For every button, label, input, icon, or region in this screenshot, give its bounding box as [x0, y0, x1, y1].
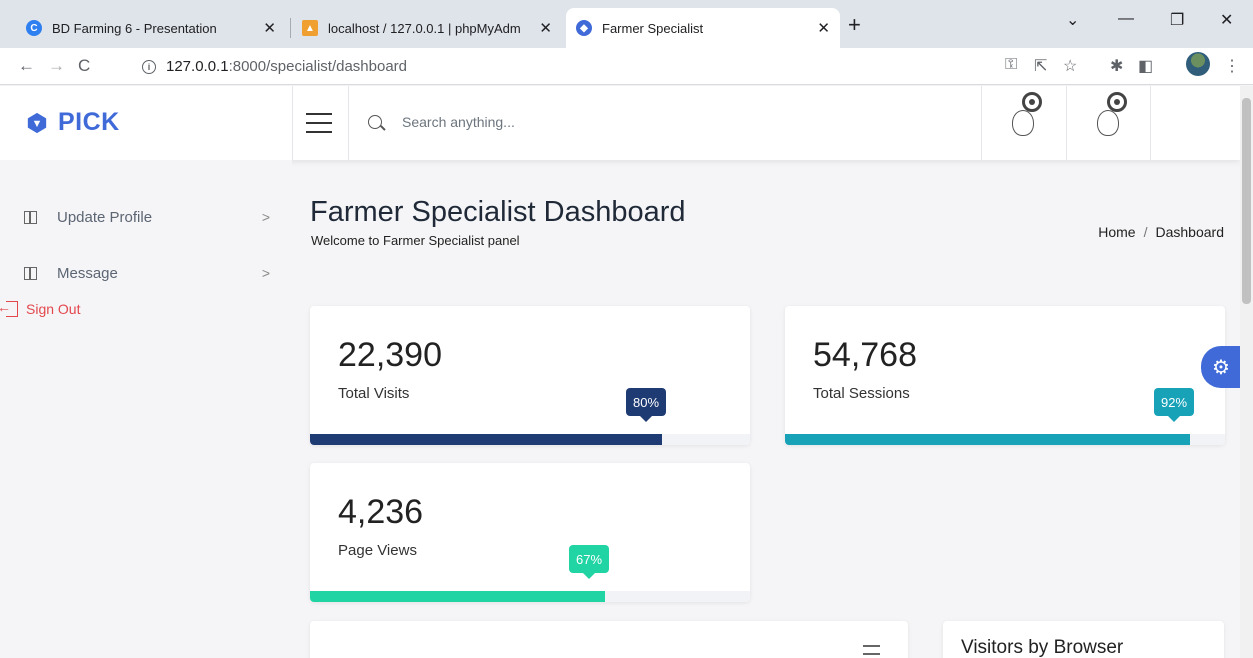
progress-badge: 80% [626, 388, 667, 422]
progress-fill [310, 434, 662, 445]
sidebar-item-label: Update Profile [57, 208, 153, 226]
refresh-notification-button[interactable] [982, 86, 1066, 160]
settings-gear-button[interactable]: ⚙ [1201, 346, 1241, 388]
sidebar-item-update-profile[interactable]: Update Profile > [24, 204, 274, 230]
reload-icon[interactable]: C [78, 56, 90, 76]
pick-logo-icon [27, 112, 47, 133]
sidebar-item-message[interactable]: Message > [24, 260, 274, 286]
book-icon [24, 266, 37, 280]
minimize-icon[interactable]: — [1118, 10, 1134, 28]
progress-fill [310, 591, 605, 602]
panel-menu-icon[interactable] [863, 645, 880, 655]
tab-search-icon[interactable]: ⌄ [1066, 10, 1079, 30]
stat-label: Total Visits [338, 385, 410, 402]
pick-favicon-icon: ◆ [576, 20, 592, 36]
breadcrumb: Home / Dashboard [1098, 224, 1224, 240]
url-field[interactable]: i 127.0.0.1:8000/specialist/dashboard [128, 52, 980, 81]
stat-card-total-visits: 22,390 Total Visits 80% [310, 306, 750, 445]
bell-icon [1097, 110, 1119, 136]
canva-favicon-icon: C [26, 20, 42, 36]
stat-card-total-sessions: 54,768 Total Sessions 92% [785, 306, 1225, 445]
gear-icon: ⚙ [1212, 356, 1230, 379]
url-path: :8000/specialist/dashboard [228, 58, 408, 75]
page-title: Farmer Specialist Dashboard [310, 196, 686, 228]
page-subtitle: Welcome to Farmer Specialist panel [311, 233, 520, 248]
progress-fill [785, 434, 1190, 445]
window-close-icon[interactable]: ✕ [1220, 10, 1233, 30]
app-logo[interactable]: PICK [26, 108, 120, 137]
breadcrumb-home[interactable]: Home [1098, 224, 1135, 240]
book-icon [24, 210, 37, 224]
profile-avatar[interactable] [1186, 52, 1210, 76]
progress-badge: 92% [1154, 388, 1195, 422]
browser-tab-phpmyadmin[interactable]: ▲ localhost / 127.0.0.1 | phpMyAdm ✕ [292, 8, 562, 48]
tab-title: BD Farming 6 - Presentation [52, 20, 217, 36]
browser-tab-bd-farming[interactable]: C BD Farming 6 - Presentation ✕ [16, 8, 286, 48]
key-icon[interactable]: ⚿ [1005, 56, 1017, 74]
new-tab-button[interactable]: + [848, 12, 861, 38]
close-icon[interactable]: ✕ [539, 19, 552, 37]
close-icon[interactable]: ✕ [817, 19, 830, 37]
tab-title: Farmer Specialist [602, 20, 704, 36]
bookmark-star-icon[interactable]: ☆ [1063, 56, 1077, 76]
progress-track [785, 434, 1225, 445]
sign-out-link[interactable]: Sign Out [0, 299, 81, 317]
sidebar: Update Profile > Message > [0, 160, 292, 658]
url-host: 127.0.0.1 [166, 58, 229, 75]
extensions-puzzle-icon[interactable]: ✱ [1110, 56, 1123, 76]
header-divider [292, 86, 293, 160]
search-icon [368, 115, 382, 129]
stat-value: 4,236 [338, 493, 424, 531]
chevron-right-icon: > [261, 209, 270, 225]
breadcrumb-separator: / [1143, 224, 1148, 240]
chart-panel [310, 621, 908, 658]
logo-text: PICK [58, 108, 120, 136]
tab-title: localhost / 127.0.0.1 | phpMyAdm [328, 20, 521, 36]
notifications-button[interactable] [1067, 86, 1151, 160]
scrollbar-thumb[interactable] [1242, 98, 1251, 304]
status-dot [1022, 92, 1042, 112]
breadcrumb-current: Dashboard [1155, 224, 1225, 240]
browser-tab-farmer-specialist[interactable]: ◆ Farmer Specialist ✕ [566, 8, 840, 48]
panel-title: Visitors by Browser [961, 637, 1124, 658]
refresh-icon [1012, 110, 1034, 136]
progress-badge: 67% [569, 545, 610, 579]
close-icon[interactable]: ✕ [263, 19, 276, 37]
browser-tab-bar: C BD Farming 6 - Presentation ✕ ▲ localh… [0, 0, 1253, 48]
header-divider [1150, 86, 1151, 160]
progress-track [310, 434, 750, 445]
sidebar-item-label: Message [57, 264, 118, 282]
visitors-by-browser-panel: Visitors by Browser [943, 621, 1224, 658]
stat-card-page-views: 4,236 Page Views 67% [310, 463, 750, 602]
app-header: PICK [0, 86, 1240, 160]
sign-out-label: Sign Out [26, 301, 81, 317]
sign-out-icon [0, 299, 18, 317]
search-input[interactable] [402, 110, 802, 134]
menu-toggle-icon[interactable] [306, 113, 332, 133]
share-icon[interactable]: ⇱ [1034, 56, 1047, 76]
site-info-icon[interactable]: i [142, 59, 156, 74]
progress-track [310, 591, 750, 602]
back-arrow-icon[interactable]: ← [18, 56, 35, 76]
address-bar: ← → C i 127.0.0.1:8000/specialist/dashbo… [0, 48, 1253, 85]
stat-value: 54,768 [813, 336, 917, 374]
stat-value: 22,390 [338, 336, 442, 374]
forward-arrow-icon[interactable]: → [48, 56, 65, 76]
stat-label: Total Sessions [813, 385, 910, 402]
phpmyadmin-favicon-icon: ▲ [302, 20, 318, 36]
page-scrollbar[interactable] [1240, 86, 1253, 658]
chevron-right-icon: > [261, 265, 270, 281]
side-panel-icon[interactable]: ◧ [1138, 56, 1153, 76]
restore-icon[interactable]: ❐ [1170, 10, 1184, 30]
browser-menu-icon[interactable]: ⋮ [1224, 56, 1240, 76]
status-dot [1107, 92, 1127, 112]
stat-label: Page Views [338, 542, 417, 559]
header-divider [348, 86, 349, 160]
tab-separator [290, 18, 291, 38]
